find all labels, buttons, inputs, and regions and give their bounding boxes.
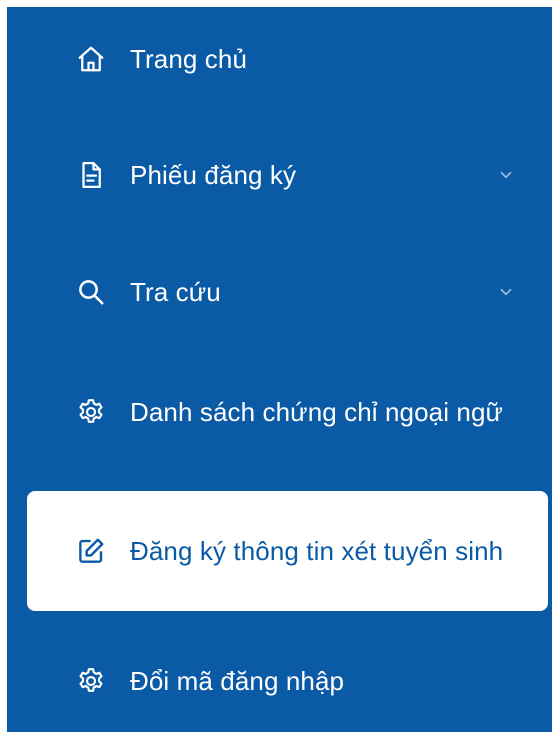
sidebar-item-label: Trang chủ	[130, 44, 247, 74]
sidebar-item-label: Phiếu đăng ký	[130, 160, 297, 190]
chevron-down-icon[interactable]	[494, 280, 518, 304]
sidebar-item-label: Tra cứu	[130, 277, 221, 307]
gear-icon	[75, 665, 107, 697]
sidebar-item-language-certificates[interactable]: Danh sách chứng chỉ ngoại ngữ	[27, 362, 548, 462]
sidebar-item-registration-form[interactable]: Phiếu đăng ký	[27, 147, 548, 203]
home-icon	[75, 43, 107, 75]
sidebar-item-lookup[interactable]: Tra cứu	[27, 264, 548, 320]
edit-icon	[75, 535, 107, 567]
sidebar-nav: Trang chủ Phiếu đăng ký Tra cứu Danh sác…	[7, 7, 552, 732]
sidebar-item-admission-registration[interactable]: Đăng ký thông tin xét tuyển sinh	[27, 491, 548, 611]
sidebar-item-change-password[interactable]: Đổi mã đăng nhập	[27, 653, 548, 709]
sidebar-item-label: Đăng ký thông tin xét tuyển sinh	[130, 536, 504, 566]
sidebar-item-label: Danh sách chứng chỉ ngoại ngữ	[130, 397, 504, 427]
gear-icon	[75, 396, 107, 428]
sidebar-item-label: Đổi mã đăng nhập	[130, 666, 345, 696]
search-icon	[75, 276, 107, 308]
sidebar-item-home[interactable]: Trang chủ	[27, 31, 548, 87]
document-icon	[75, 159, 107, 191]
chevron-down-icon[interactable]	[494, 163, 518, 187]
